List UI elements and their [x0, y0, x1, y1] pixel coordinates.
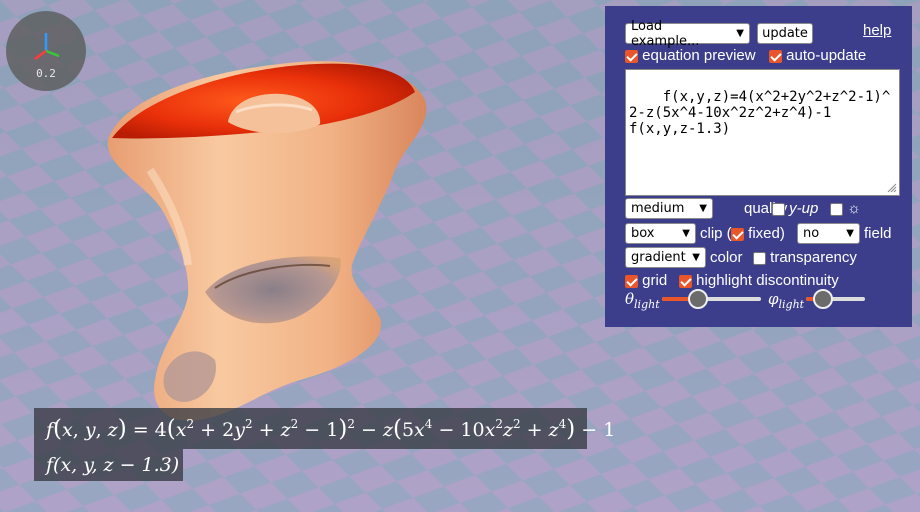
grid-toggle[interactable]: grid — [625, 272, 667, 289]
equation-textarea[interactable]: f(x,y,z)=4(x^2+2y^2+z^2-1)^2-z(5x^4-10x^… — [625, 69, 900, 196]
color-label: color — [710, 249, 743, 266]
equation-preview-checkbox[interactable] — [625, 49, 638, 63]
field-label: field — [864, 225, 892, 242]
chevron-down-icon: ▼ — [699, 203, 707, 214]
quality-select[interactable]: medium ▼ — [625, 198, 713, 219]
auto-update-label: auto-update — [786, 47, 867, 64]
equation-line-2-text: f(x, y, z − 1.3) — [46, 454, 180, 476]
update-button[interactable]: update — [757, 23, 813, 44]
auto-update-toggle[interactable]: auto-update — [769, 47, 866, 64]
highlight-discontinuity-toggle[interactable]: highlight discontinuity — [679, 272, 839, 289]
theta-light-label: θlight — [625, 290, 660, 311]
phi-light-slider[interactable] — [806, 289, 865, 309]
fixed-checkbox[interactable] — [731, 227, 744, 241]
sun-checkbox[interactable] — [830, 202, 843, 216]
chevron-down-icon: ▼ — [692, 252, 700, 263]
control-panel: Load example... ▼ update help equation p… — [605, 6, 912, 327]
transparency-checkbox[interactable] — [753, 251, 766, 265]
equation-preview-line-2: f(x, y, z − 1.3) — [34, 449, 183, 481]
phi-light-slider-handle[interactable] — [813, 289, 833, 309]
theta-light-slider-handle[interactable] — [688, 289, 708, 309]
clip-label: clip ( — [700, 225, 732, 242]
auto-update-checkbox[interactable] — [769, 49, 782, 63]
highlight-discontinuity-label: highlight discontinuity — [696, 272, 839, 289]
transparency-toggle[interactable]: transparency — [753, 249, 857, 266]
equation-preview-line-1: f(x, y, z) = 4(x2 + 2y2 + z2 − 1)2 − z(5… — [34, 408, 615, 449]
highlight-discontinuity-checkbox[interactable] — [679, 274, 692, 288]
axis-gizmo[interactable]: 0.2 — [6, 11, 86, 91]
grid-label: grid — [642, 272, 668, 289]
color-select[interactable]: gradient ▼ — [625, 247, 706, 268]
clip-select-value: box — [631, 226, 655, 241]
grid-checkbox[interactable] — [625, 274, 638, 288]
fixed-toggle[interactable]: fixed) — [731, 225, 785, 242]
color-select-value: gradient — [631, 250, 686, 265]
quality-select-value: medium — [631, 201, 685, 216]
sun-toggle[interactable]: ☼ — [830, 200, 861, 217]
chevron-down-icon: ▼ — [736, 28, 744, 39]
scale-readout: 0.2 — [36, 67, 56, 80]
equation-text: f(x,y,z)=4(x^2+2y^2+z^2-1)^2-z(5x^4-10x^… — [629, 89, 891, 137]
y-up-checkbox[interactable] — [772, 202, 785, 216]
example-select[interactable]: Load example... ▼ — [625, 19, 750, 49]
y-up-label: y-up — [789, 200, 819, 217]
chevron-down-icon: ▼ — [846, 228, 854, 239]
y-up-toggle[interactable]: y-up — [772, 200, 818, 217]
field-select[interactable]: no ▼ — [797, 223, 860, 244]
fixed-label: fixed) — [748, 225, 785, 242]
sun-icon: ☼ — [847, 200, 861, 217]
equation-preview-toggle[interactable]: equation preview — [625, 47, 756, 64]
phi-light-label: φlight — [768, 290, 805, 311]
update-button-label: update — [762, 26, 808, 41]
clip-select[interactable]: box ▼ — [625, 223, 696, 244]
chevron-down-icon: ▼ — [682, 228, 690, 239]
resize-grip-icon[interactable] — [887, 183, 897, 193]
help-link[interactable]: help — [863, 22, 891, 39]
example-select-value: Load example... — [631, 18, 700, 49]
transparency-label: transparency — [770, 249, 857, 266]
equation-preview-label: equation preview — [642, 47, 756, 64]
field-select-value: no — [803, 226, 820, 241]
theta-light-slider[interactable] — [662, 289, 761, 309]
